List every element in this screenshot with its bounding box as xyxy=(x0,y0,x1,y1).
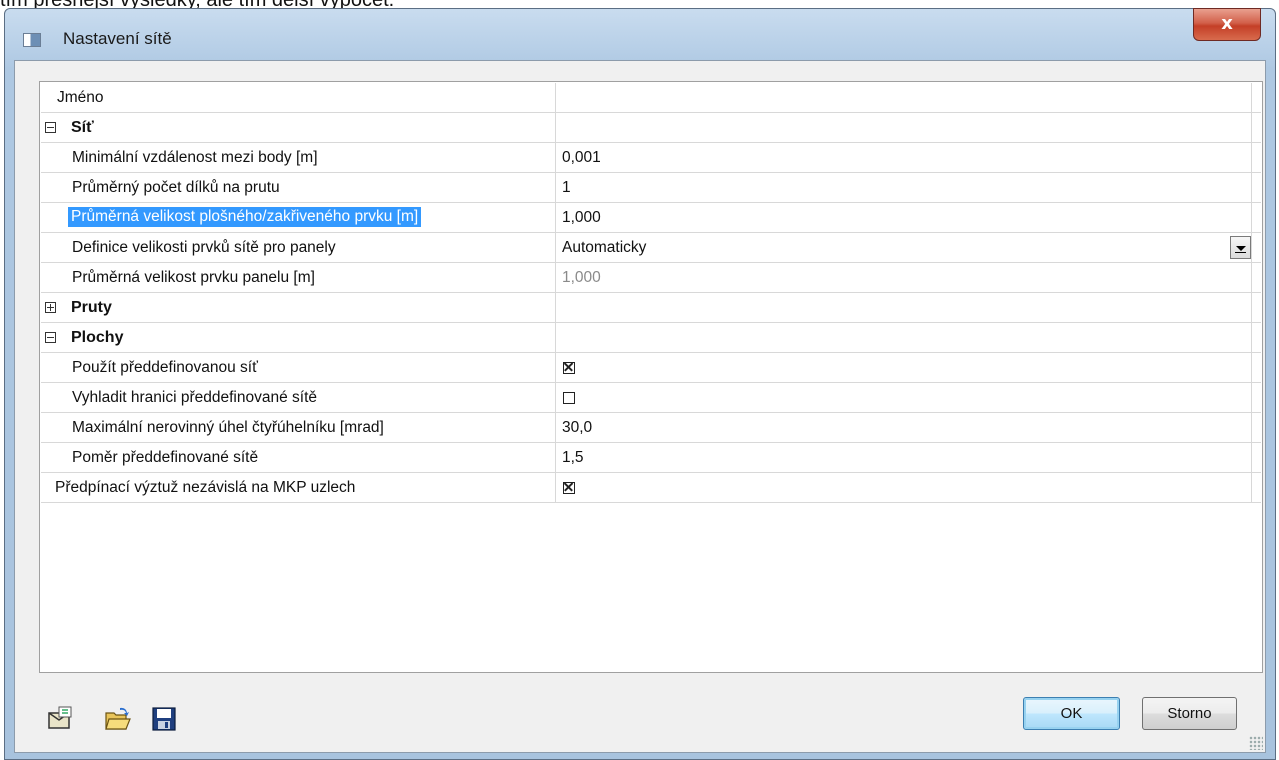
cancel-button[interactable]: Storno xyxy=(1142,697,1237,730)
property-row-predefined-ratio[interactable]: Poměr předdefinované sítě 1,5 xyxy=(41,443,1261,473)
property-value[interactable]: 30,0 xyxy=(562,419,592,437)
smooth-boundary-checkbox[interactable] xyxy=(563,392,575,404)
use-predefined-mesh-checkbox[interactable] xyxy=(563,362,575,374)
collapse-icon[interactable] xyxy=(45,332,56,343)
property-value-disabled: 1,000 xyxy=(562,269,601,286)
group-label: Pruty xyxy=(71,299,112,316)
group-label: Síť xyxy=(71,119,94,136)
property-label: Předpínací výztuž nezávislá na MKP uzlec… xyxy=(55,479,356,496)
property-row-avg-divisions[interactable]: Průměrný počet dílků na prutu 1 xyxy=(41,173,1261,203)
property-row-panel-element-size[interactable]: Průměrná velikost prvku panelu [m] 1,000 xyxy=(41,263,1261,293)
property-label: Vyhladit hranici předdefinované sítě xyxy=(72,389,317,406)
group-row-pruty[interactable]: Pruty xyxy=(41,293,1261,323)
open-folder-icon[interactable] xyxy=(103,704,133,734)
property-row-use-predefined-mesh[interactable]: Použít předdefinovanou síť xyxy=(41,353,1261,383)
property-label: Průměrná velikost prvku panelu [m] xyxy=(72,269,315,286)
property-label-selected: Průměrná velikost plošného/zakřiveného p… xyxy=(68,207,422,227)
property-row-avg-element-size[interactable]: Průměrná velikost plošného/zakřiveného p… xyxy=(41,203,1261,233)
property-row-smooth-boundary[interactable]: Vyhladit hranici předdefinované sítě xyxy=(41,383,1261,413)
collapse-icon[interactable] xyxy=(45,122,56,133)
property-row-panel-mesh-definition[interactable]: Definice velikosti prvků sítě pro panely… xyxy=(41,233,1261,263)
group-label: Plochy xyxy=(71,329,124,346)
property-label: Průměrný počet dílků na prutu xyxy=(72,179,280,196)
property-label: Použít předdefinovanou síť xyxy=(72,359,258,376)
property-row-max-warp-angle[interactable]: Maximální nerovinný úhel čtyřúhelníku [m… xyxy=(41,413,1261,443)
ok-button[interactable]: OK xyxy=(1023,697,1120,730)
property-grid[interactable]: Jméno Síť Minimální vzdálenost mezi body… xyxy=(39,81,1263,673)
close-icon: x xyxy=(1221,13,1233,34)
group-row-sit[interactable]: Síť xyxy=(41,113,1261,143)
close-button[interactable]: x xyxy=(1193,8,1261,41)
save-disk-icon[interactable] xyxy=(149,704,179,734)
prestress-independent-checkbox[interactable] xyxy=(563,482,575,494)
chevron-down-icon[interactable] xyxy=(1230,236,1251,259)
window-title: Nastavení sítě xyxy=(63,29,172,48)
grid-header-row: Jméno xyxy=(41,83,1261,113)
resize-grip-icon[interactable] xyxy=(1249,736,1263,750)
property-row-prestress-independent[interactable]: Předpínací výztuž nezávislá na MKP uzlec… xyxy=(41,473,1261,503)
property-row-min-distance[interactable]: Minimální vzdálenost mezi body [m] 0,001 xyxy=(41,143,1261,173)
property-label: Definice velikosti prvků sítě pro panely xyxy=(72,239,336,256)
default-settings-icon[interactable] xyxy=(45,704,75,734)
property-value[interactable]: 1,000 xyxy=(562,209,601,227)
property-label: Maximální nerovinný úhel čtyřúhelníku [m… xyxy=(72,419,384,436)
property-label: Poměr předdefinované sítě xyxy=(72,449,259,466)
property-value[interactable]: 1 xyxy=(562,179,571,197)
expand-icon[interactable] xyxy=(45,302,56,313)
mesh-settings-dialog: Nastavení sítě x Jméno Síť Minimální vzd… xyxy=(4,8,1276,760)
property-label: Minimální vzdálenost mezi body [m] xyxy=(72,149,318,166)
header-name-label: Jméno xyxy=(57,89,104,106)
property-value[interactable]: 1,5 xyxy=(562,449,584,467)
group-row-plochy[interactable]: Plochy xyxy=(41,323,1261,353)
window-icon xyxy=(23,33,41,47)
mesh-definition-select-value[interactable]: Automaticky xyxy=(562,239,646,257)
property-value[interactable]: 0,001 xyxy=(562,149,601,167)
dialog-client-area: Jméno Síť Minimální vzdálenost mezi body… xyxy=(14,60,1266,753)
